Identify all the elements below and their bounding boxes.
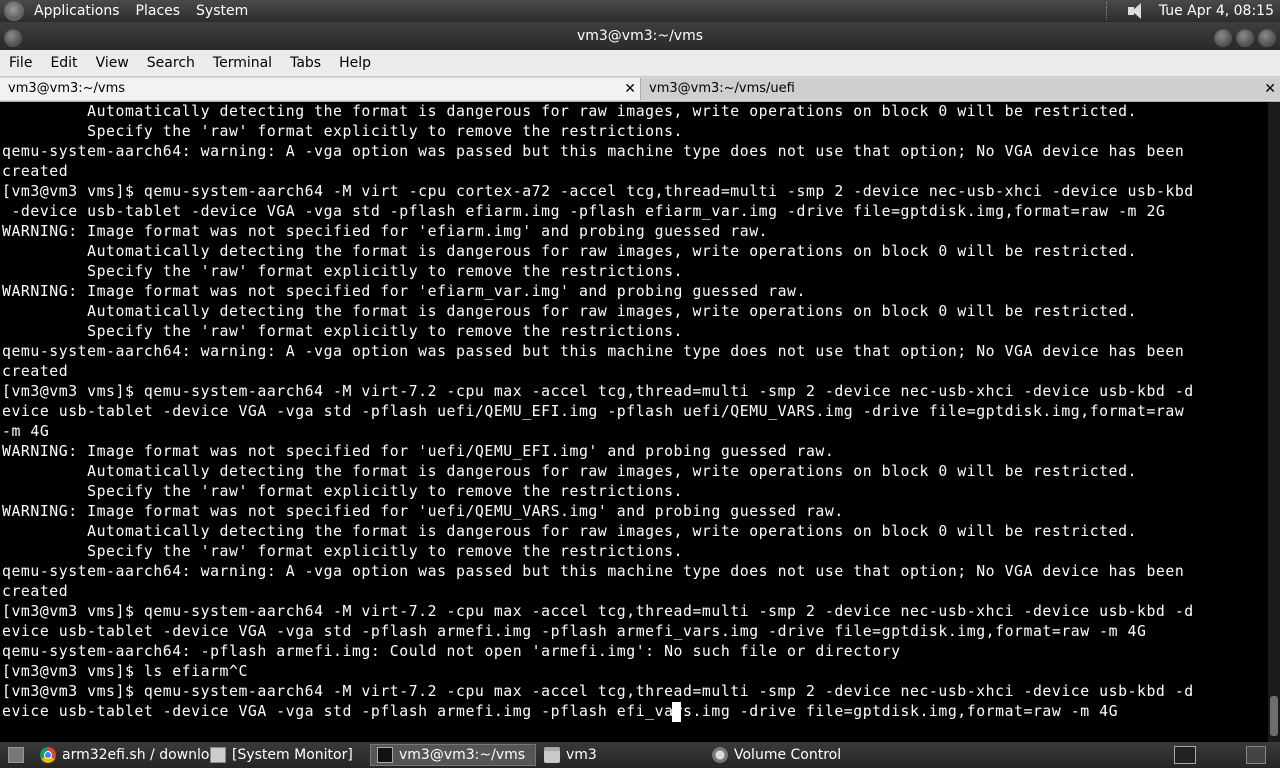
task-label: [System Monitor] [232, 747, 353, 763]
tab-label: vm3@vm3:~/vms [8, 81, 126, 96]
menu-applications[interactable]: Applications [34, 3, 120, 19]
menu-file[interactable]: File [0, 50, 41, 76]
terminal-launcher-icon[interactable] [1174, 746, 1196, 764]
volume-icon [712, 747, 728, 763]
close-tab-icon[interactable]: ✕ [624, 78, 636, 100]
tab-bar: vm3@vm3:~/vms ✕ vm3@vm3:~/vms/uefi ✕ [0, 77, 1280, 102]
show-desktop-button[interactable] [2, 744, 34, 766]
distro-logo-icon[interactable] [4, 1, 24, 21]
tray-separator [1105, 2, 1113, 20]
menu-places[interactable]: Places [136, 3, 181, 19]
menu-tabs[interactable]: Tabs [281, 50, 330, 76]
task-label: arm32efi.sh / downlo... [62, 747, 210, 763]
terminal-text: Automatically detecting the format is da… [2, 103, 1194, 720]
window-title: vm3@vm3:~/vms [576, 28, 704, 44]
menu-bar: File Edit View Search Terminal Tabs Help [0, 50, 1280, 77]
top-panel: Applications Places System Tue Apr 4, 08… [0, 0, 1280, 22]
task-volume-control[interactable]: Volume Control [706, 744, 878, 766]
folder-icon [544, 747, 560, 763]
tab-vms-uefi[interactable]: vm3@vm3:~/vms/uefi ✕ [641, 78, 1280, 100]
tab-vms[interactable]: vm3@vm3:~/vms ✕ [0, 78, 641, 100]
tab-label: vm3@vm3:~/vms/uefi [649, 81, 795, 96]
menu-search[interactable]: Search [138, 50, 204, 76]
terminal-icon [377, 747, 393, 763]
chrome-icon [40, 747, 56, 763]
scrollbar-thumb[interactable] [1270, 696, 1278, 736]
menu-edit[interactable]: Edit [41, 50, 86, 76]
menu-view[interactable]: View [87, 50, 138, 76]
task-chrome[interactable]: arm32efi.sh / downlo... [34, 744, 210, 766]
close-window-icon[interactable] [1258, 29, 1276, 47]
task-label: vm3@vm3:~/vms [399, 747, 526, 763]
trash-icon[interactable] [1246, 746, 1266, 764]
menu-system[interactable]: System [196, 3, 248, 19]
window-title-bar[interactable]: vm3@vm3:~/vms [0, 22, 1280, 50]
task-label: vm3 [566, 747, 597, 763]
speaker-icon[interactable] [1123, 1, 1149, 21]
task-terminal[interactable]: vm3@vm3:~/vms [370, 744, 536, 766]
terminal-output[interactable]: Automatically detecting the format is da… [0, 102, 1268, 742]
maximize-icon[interactable] [1236, 29, 1254, 47]
menu-terminal[interactable]: Terminal [204, 50, 281, 76]
terminal-scrollbar[interactable] [1268, 102, 1280, 742]
show-desktop-icon [8, 747, 24, 763]
system-monitor-icon [210, 747, 226, 763]
close-tab-icon[interactable]: ✕ [1264, 78, 1276, 100]
menu-help[interactable]: Help [330, 50, 380, 76]
task-system-monitor[interactable]: [System Monitor] [204, 744, 374, 766]
minimize-icon[interactable] [1214, 29, 1232, 47]
text-cursor [672, 702, 681, 722]
task-folder-vm3[interactable]: vm3 [538, 744, 710, 766]
task-label: Volume Control [734, 747, 842, 763]
clock[interactable]: Tue Apr 4, 08:15 [1159, 3, 1274, 19]
taskbar: arm32efi.sh / downlo... [System Monitor]… [0, 742, 1280, 768]
